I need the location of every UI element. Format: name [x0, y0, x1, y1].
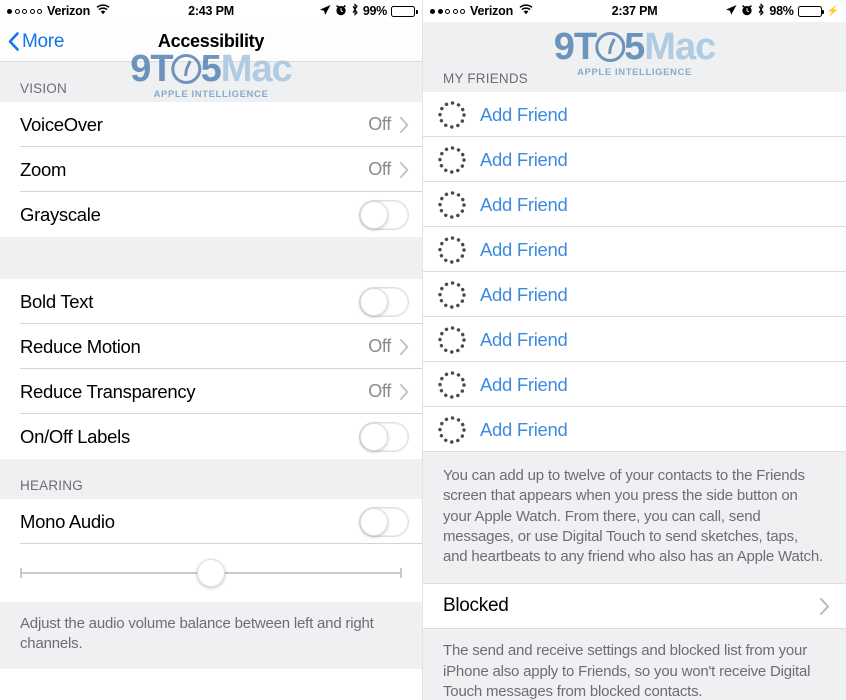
row-on-off-labels[interactable]: On/Off Labels: [0, 414, 422, 459]
row-voiceover[interactable]: VoiceOver Off: [0, 102, 422, 147]
row-label: Bold Text: [20, 290, 94, 312]
alarm-clock-icon: [741, 4, 753, 19]
grayscale-toggle[interactable]: [359, 199, 409, 230]
dotted-ring-icon: [435, 98, 469, 132]
list-item-add-friend[interactable]: Add Friend: [423, 182, 846, 227]
dotted-ring-icon: [435, 143, 469, 177]
carrier-label: Verizon: [470, 4, 514, 18]
audio-balance-slider-row: [0, 544, 422, 602]
hearing-footnote: Adjust the audio volume balance between …: [0, 602, 422, 669]
mono-audio-toggle[interactable]: [359, 506, 409, 537]
list-item-label: Add Friend: [480, 238, 568, 260]
wifi-icon: [519, 4, 533, 18]
signal-strength-icon: [430, 8, 465, 14]
charging-bolt-icon: ⚡: [826, 5, 839, 17]
dotted-ring-icon: [435, 233, 469, 267]
dotted-ring-icon: [435, 278, 469, 312]
row-value: Off: [368, 336, 391, 356]
list-item-label: Add Friend: [480, 148, 568, 170]
bold-text-toggle[interactable]: [359, 286, 409, 317]
audio-balance-slider[interactable]: [20, 559, 402, 587]
status-bar-left-group: Verizon: [7, 4, 110, 18]
slider-thumb[interactable]: [197, 559, 225, 587]
list-item-label: Add Friend: [480, 418, 568, 440]
chevron-right-icon: [820, 598, 829, 616]
chevron-right-icon: [400, 116, 409, 133]
wifi-icon: [96, 4, 110, 18]
battery-percent-label: 99%: [362, 4, 387, 18]
list-item-add-friend[interactable]: Add Friend: [423, 227, 846, 272]
list-item-label: Add Friend: [480, 193, 568, 215]
dotted-ring-icon: [435, 413, 469, 447]
row-value: Off: [368, 159, 391, 179]
dotted-ring-icon: [435, 323, 469, 357]
list-item-add-friend[interactable]: Add Friend: [423, 272, 846, 317]
page-title: Accessibility: [157, 31, 265, 51]
list-item-add-friend[interactable]: Add Friend: [423, 92, 846, 137]
dotted-ring-icon: [435, 188, 469, 222]
row-label: Zoom: [20, 158, 67, 180]
friends-list: Add Friend Add Friend Add Friend Add Fri…: [423, 92, 846, 452]
list-item-add-friend[interactable]: Add Friend: [423, 407, 846, 452]
row-bold-text[interactable]: Bold Text: [0, 279, 422, 324]
battery-icon-charging: [797, 5, 825, 17]
left-screen-accessibility: Verizon 2:43 PM 99% More Accessibility 9…: [0, 0, 423, 700]
bluetooth-icon: [351, 3, 359, 19]
location-arrow-icon: [319, 4, 331, 19]
friends-footnote: You can add up to twelve of your contact…: [423, 452, 846, 584]
status-bar-left-group: Verizon: [430, 4, 533, 18]
section-header-vision: VISION: [0, 62, 422, 102]
status-bar-right-group: 99%: [319, 3, 418, 19]
list-item-add-friend[interactable]: Add Friend: [423, 137, 846, 182]
blocked-footnote: The send and receive settings and blocke…: [423, 629, 846, 700]
row-label: Grayscale: [20, 203, 101, 225]
status-bar-left: Verizon 2:43 PM 99%: [0, 0, 422, 22]
carrier-label: Verizon: [47, 4, 91, 18]
list-item-label: Add Friend: [480, 373, 568, 395]
right-screen-friends: Verizon 2:37 PM 98% ⚡ 9T 5 Mac APPLE INT…: [423, 0, 846, 700]
on-off-labels-toggle[interactable]: [359, 421, 409, 452]
row-label: VoiceOver: [20, 113, 103, 135]
row-blocked[interactable]: Blocked: [423, 583, 846, 630]
row-reduce-motion[interactable]: Reduce Motion Off: [0, 324, 422, 369]
row-label: Mono Audio: [20, 510, 115, 532]
battery-icon: [391, 5, 418, 17]
bluetooth-icon: [757, 3, 765, 19]
section-header-hearing: HEARING: [0, 459, 422, 499]
section-header-my-friends: MY FRIENDS: [423, 22, 846, 92]
status-bar-right-group: 98% ⚡: [725, 3, 839, 19]
location-arrow-icon: [725, 4, 737, 19]
chevron-right-icon: [400, 383, 409, 400]
section-gap: [0, 237, 422, 279]
list-item-add-friend[interactable]: Add Friend: [423, 317, 846, 362]
list-item-label: Add Friend: [480, 283, 568, 305]
row-grayscale[interactable]: Grayscale: [0, 192, 422, 237]
chevron-right-icon: [400, 161, 409, 178]
status-bar-right: Verizon 2:37 PM 98% ⚡: [423, 0, 846, 22]
row-zoom[interactable]: Zoom Off: [0, 147, 422, 192]
navigation-bar-left: More Accessibility: [0, 22, 422, 62]
alarm-clock-icon: [335, 4, 347, 19]
row-value: Off: [368, 381, 391, 401]
screenshot-pair: Verizon 2:43 PM 99% More Accessibility 9…: [0, 0, 846, 700]
row-label: Blocked: [443, 595, 509, 617]
row-label: On/Off Labels: [20, 425, 130, 447]
row-label: Reduce Transparency: [20, 380, 196, 402]
row-mono-audio[interactable]: Mono Audio: [0, 499, 422, 544]
list-item-add-friend[interactable]: Add Friend: [423, 362, 846, 407]
dotted-ring-icon: [435, 368, 469, 402]
list-item-label: Add Friend: [480, 328, 568, 350]
battery-percent-label: 98%: [769, 4, 794, 18]
signal-strength-icon: [7, 8, 42, 14]
list-item-label: Add Friend: [480, 103, 568, 125]
row-label: Reduce Motion: [20, 335, 141, 357]
row-reduce-transparency[interactable]: Reduce Transparency Off: [0, 369, 422, 414]
chevron-right-icon: [400, 338, 409, 355]
row-value: Off: [368, 114, 391, 134]
